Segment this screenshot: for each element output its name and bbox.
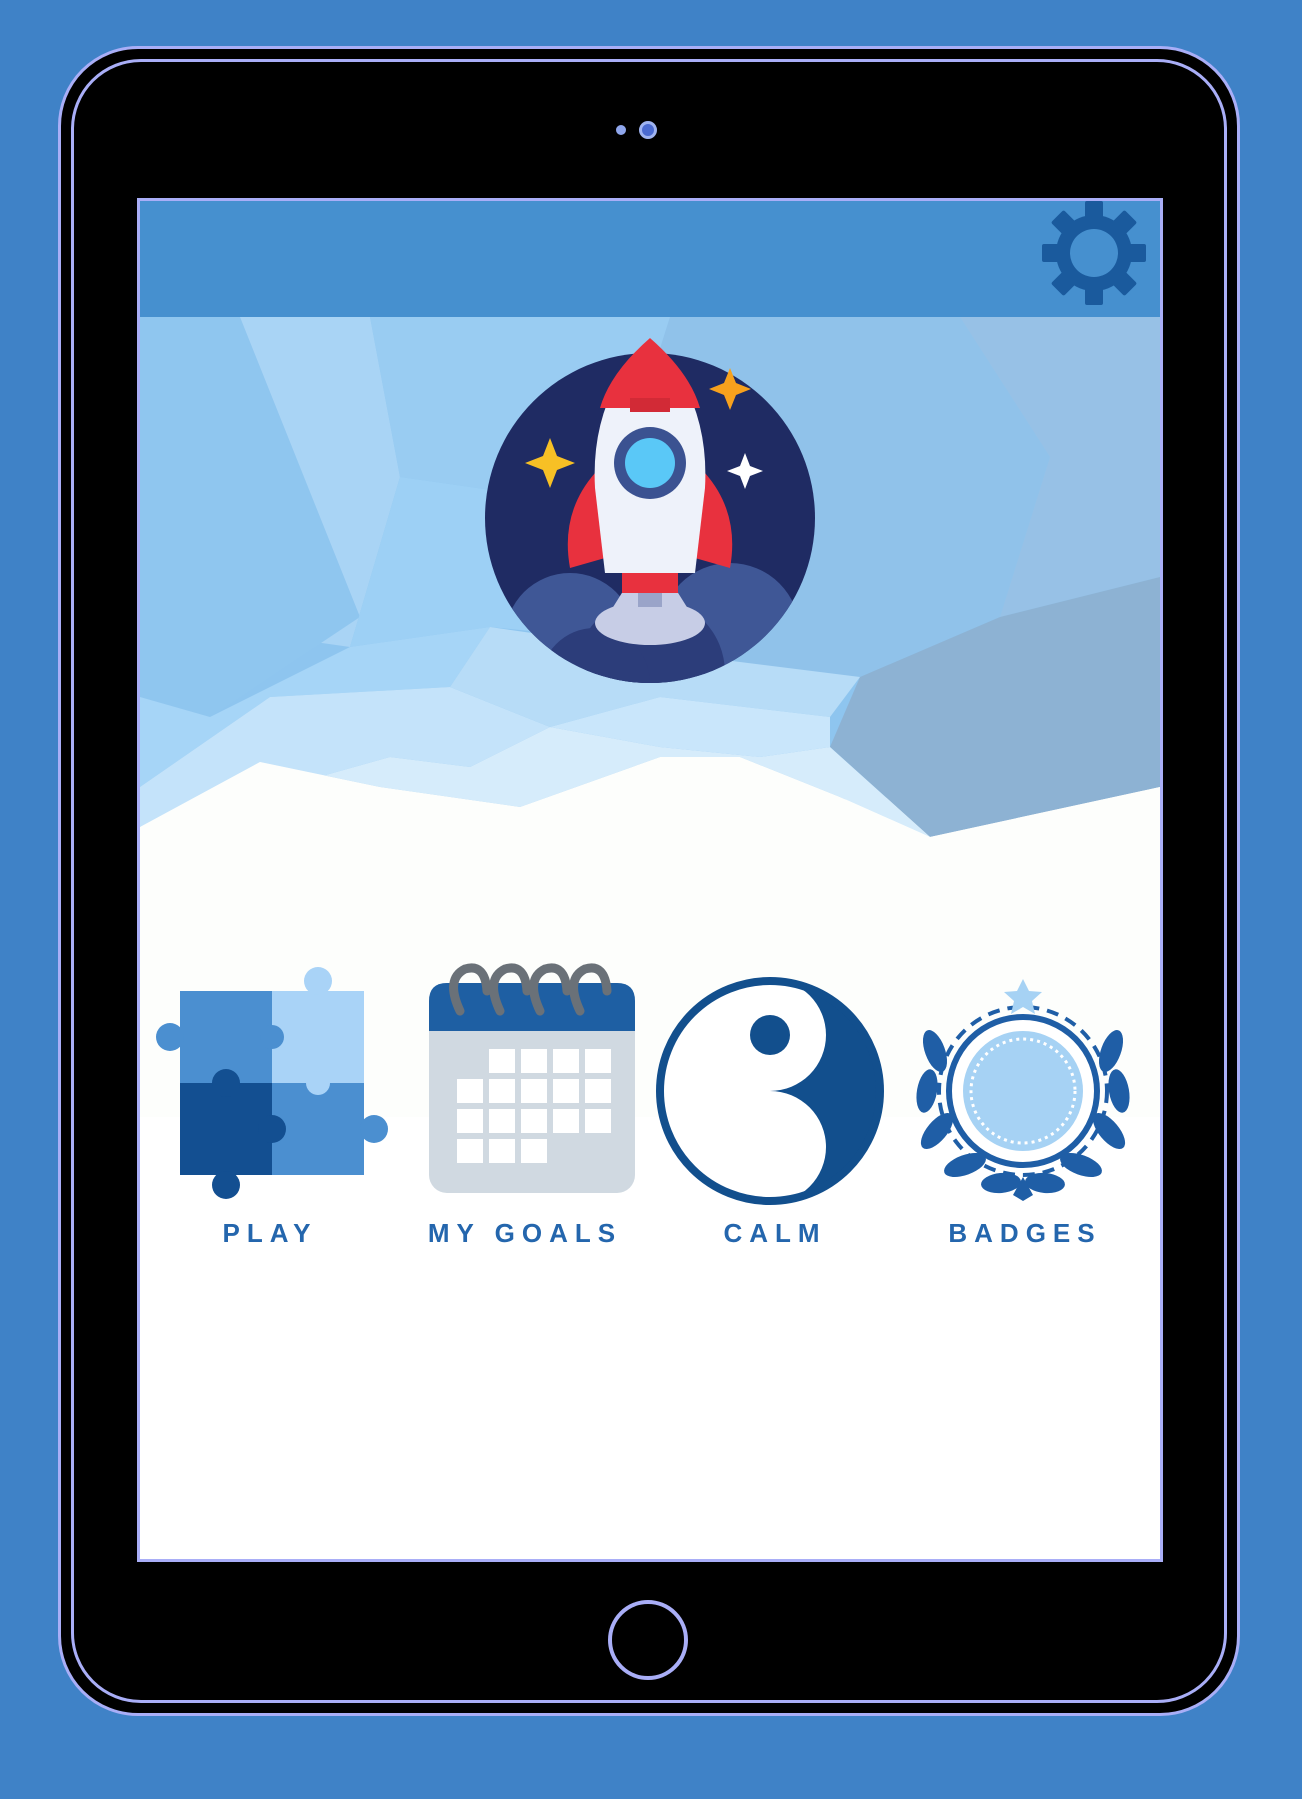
menu-item-badges[interactable]: BADGES [905,961,1145,1261]
menu-item-calm[interactable]: CALM [655,961,895,1261]
calendar-icon [429,963,635,1193]
camera-lens [639,121,657,139]
laurel-badge-icon [916,979,1130,1201]
top-bar [140,201,1160,317]
yin-yang-icon [656,977,884,1205]
camera-sensor [616,125,626,135]
gear-icon[interactable] [1038,201,1150,313]
menu-item-badges-label: BADGES [948,1218,1102,1248]
menu-item-play-label: PLAY [222,1218,318,1248]
menu-item-my-goals-label: MY GOALS [427,1218,623,1248]
puzzle-icon [156,967,388,1199]
menu-item-play[interactable]: PLAY [150,961,390,1261]
main-menu: PLAY MY GOALS CALM BADGES [140,961,1160,1261]
home-button[interactable] [608,1600,688,1680]
app-screen: PLAY MY GOALS CALM BADGES [137,198,1163,1562]
rocket-icon [485,338,815,683]
menu-item-my-goals[interactable]: MY GOALS [405,961,645,1261]
menu-item-calm-label: CALM [723,1218,827,1248]
